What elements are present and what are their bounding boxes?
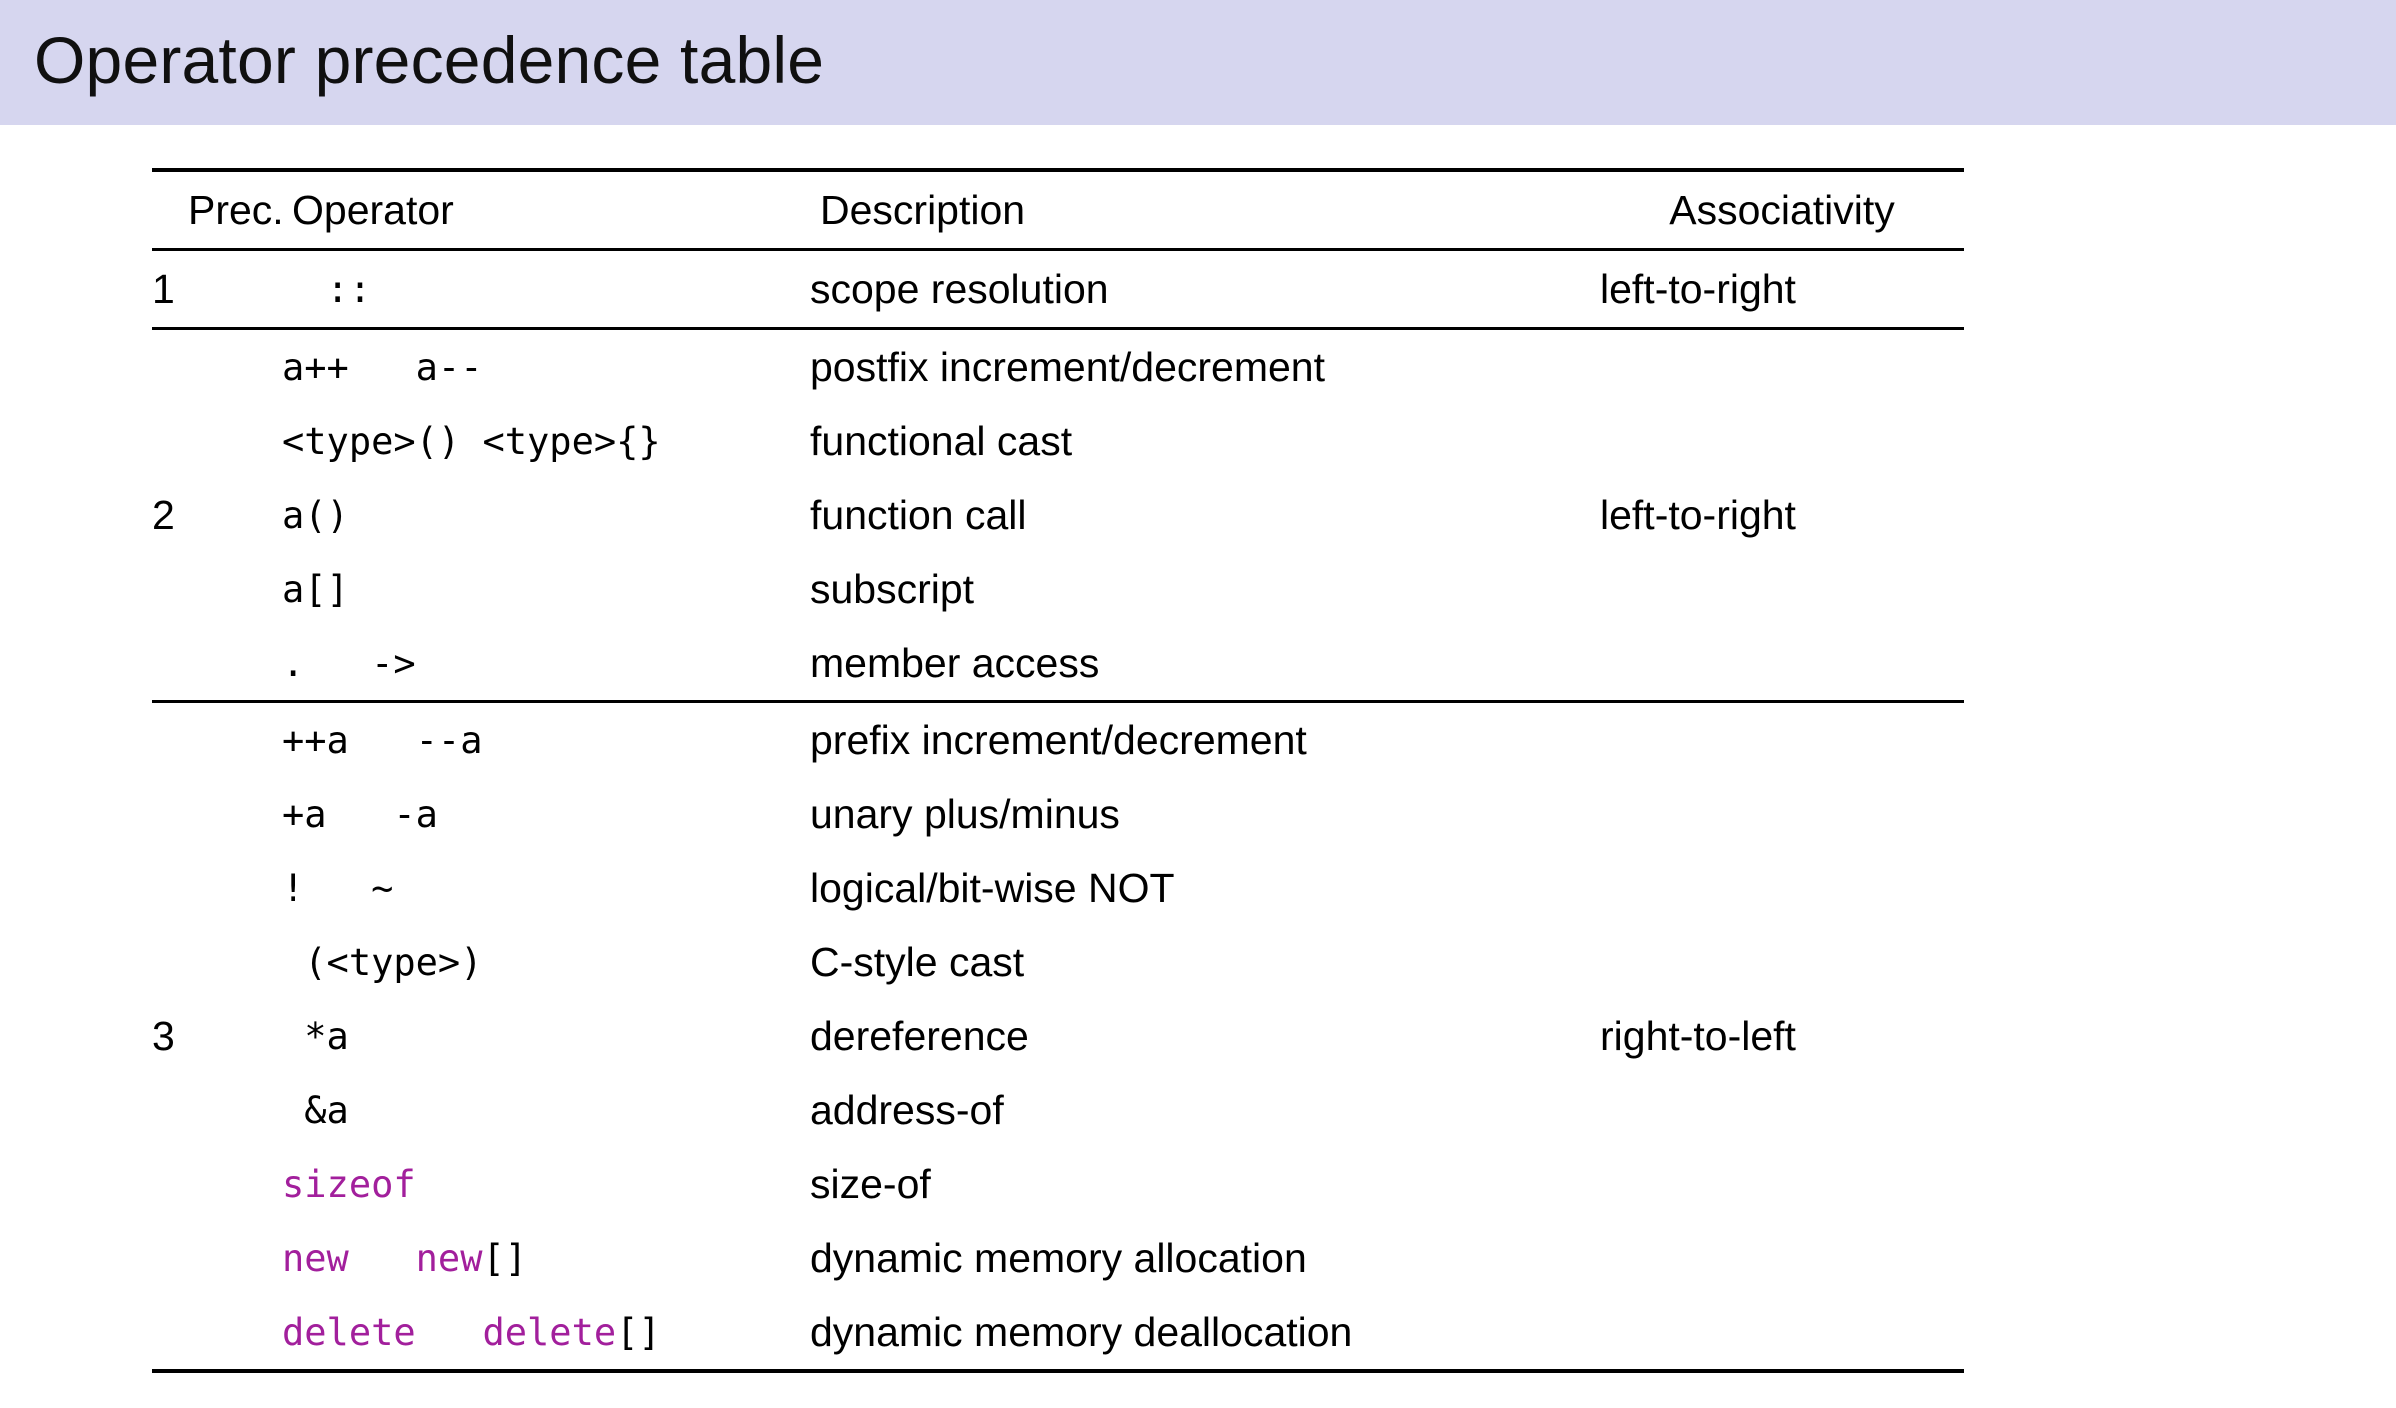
cell-operator: :: bbox=[282, 267, 372, 311]
cell-description: dynamic memory allocation bbox=[810, 1234, 1307, 1281]
table-header: Prec. Operator Description Associativity bbox=[152, 170, 1964, 250]
cell-description: subscript bbox=[810, 565, 975, 612]
cell-description: member access bbox=[810, 639, 1100, 686]
cell-precedence: 3 bbox=[152, 1012, 175, 1059]
cell-description: functional cast bbox=[810, 417, 1073, 464]
cell-description: dynamic memory deallocation bbox=[810, 1308, 1353, 1355]
cell-precedence: 1 bbox=[152, 265, 175, 312]
table-row: 1 :: scope resolution left-to-right bbox=[152, 249, 1964, 329]
cell-operator: . -> bbox=[282, 641, 416, 685]
cell-description: prefix increment/decrement bbox=[810, 716, 1307, 763]
column-header-operator: Operator bbox=[292, 186, 454, 233]
table-row: 2 a++ a-- postfix increment/decrement left-… bbox=[152, 328, 1964, 538]
cell-associativity: right-to-left bbox=[1600, 1012, 1796, 1059]
page-title: Operator precedence table bbox=[34, 23, 825, 97]
table-row: 3 ++a --a prefix increment/decrement right-… bbox=[152, 701, 1964, 1059]
cell-operator: sizeof bbox=[282, 1162, 416, 1206]
cell-operator: delete delete[] bbox=[282, 1310, 661, 1354]
cell-operator: a[] bbox=[282, 567, 349, 611]
cell-description: size-of bbox=[810, 1160, 931, 1207]
cell-operator: <type>() <type>{} bbox=[282, 419, 661, 463]
column-header-description: Description bbox=[820, 186, 1026, 233]
cell-associativity: left-to-right bbox=[1600, 491, 1796, 538]
column-header-associativity: Associativity bbox=[1669, 186, 1895, 233]
cell-operator: *a bbox=[282, 1014, 349, 1058]
cell-operator: (<type>) bbox=[282, 940, 483, 984]
cell-description: scope resolution bbox=[810, 265, 1109, 312]
cell-operator: a() bbox=[282, 493, 349, 537]
operator-precedence-table: Prec. Operator Description Associativity… bbox=[152, 168, 1964, 1373]
cell-operator: new new[] bbox=[282, 1236, 528, 1280]
cell-description: unary plus/minus bbox=[810, 790, 1120, 837]
cell-precedence: 2 bbox=[152, 491, 175, 538]
cell-operator: +a -a bbox=[282, 792, 438, 836]
column-header-prec: Prec. bbox=[188, 186, 284, 233]
cell-description: logical/bit-wise NOT bbox=[810, 864, 1175, 911]
cell-description: postfix increment/decrement bbox=[810, 343, 1326, 390]
cell-description: address-of bbox=[810, 1086, 1004, 1133]
table-header-row: Prec. Operator Description Associativity bbox=[152, 170, 1964, 250]
cell-description: dereference bbox=[810, 1012, 1029, 1059]
cell-associativity: left-to-right bbox=[1600, 265, 1796, 312]
cell-operator: a++ a-- bbox=[282, 345, 483, 389]
operator-precedence-table-container: Prec. Operator Description Associativity… bbox=[152, 168, 1964, 1373]
cell-operator: ! ~ bbox=[282, 866, 394, 910]
slide-title-band: Operator precedence table bbox=[0, 0, 2396, 125]
cell-operator: ++a --a bbox=[282, 718, 483, 762]
cell-description: function call bbox=[810, 491, 1027, 538]
cell-operator: &a bbox=[282, 1088, 349, 1132]
table-body: 1 :: scope resolution left-to-right 2 a++ a-… bbox=[152, 249, 1964, 1371]
cell-description: C-style cast bbox=[810, 938, 1025, 985]
